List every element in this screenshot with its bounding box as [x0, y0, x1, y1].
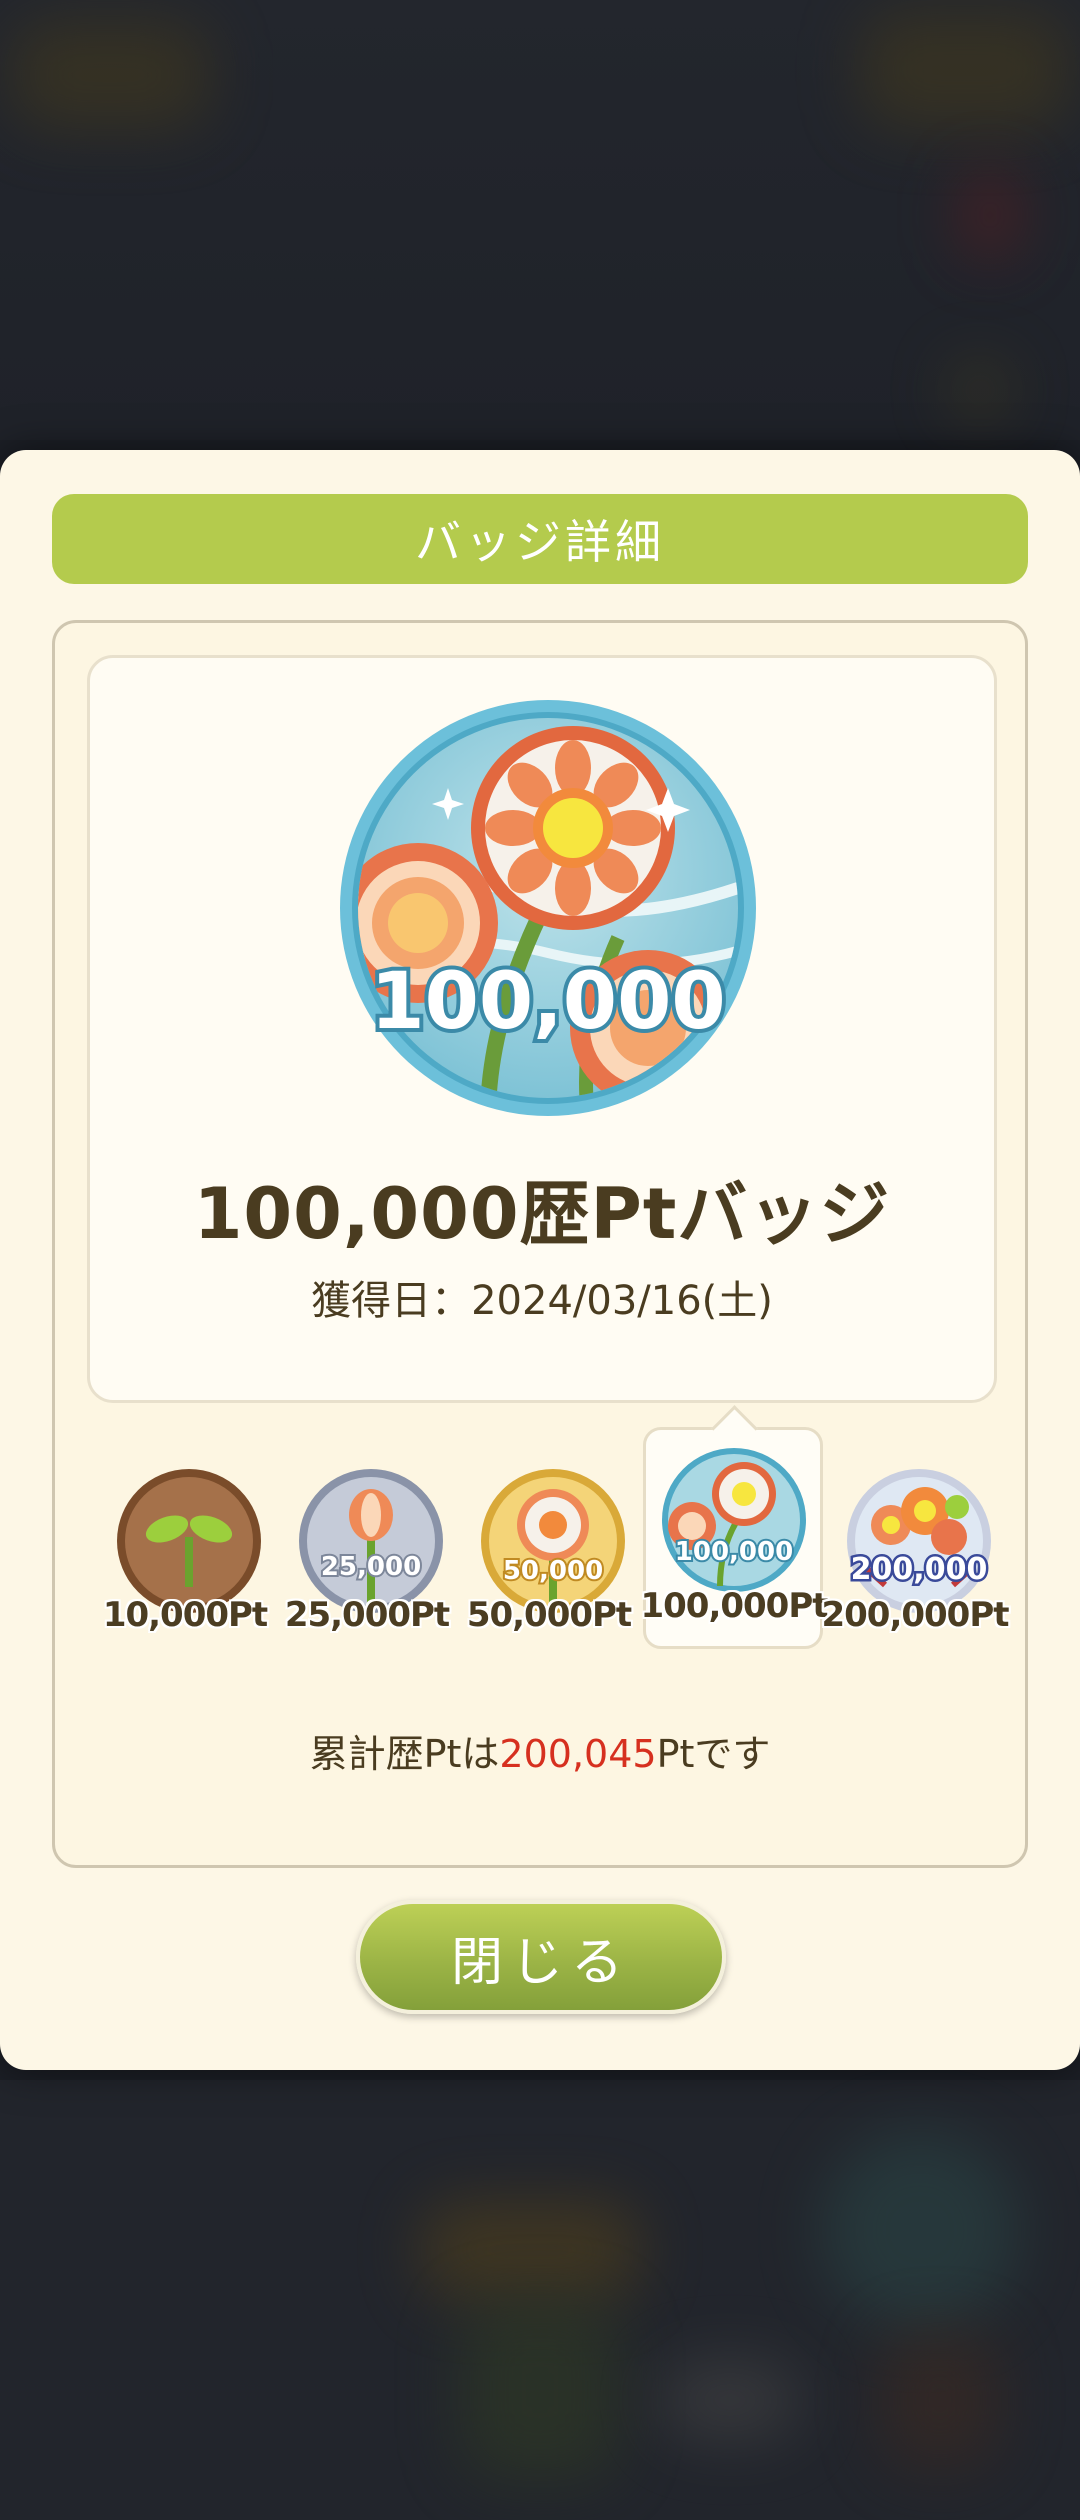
badge-item-10000[interactable]: 10,000Pt	[95, 1435, 275, 1665]
total-points-value: 200,045	[499, 1732, 657, 1776]
sprout-badge-icon	[117, 1469, 261, 1613]
badge-label: 200,000Pt	[821, 1595, 1009, 1635]
badge-panel: 100,000 100,000歴Ptバッジ 獲得日：2024/03/16(土) …	[52, 620, 1028, 1868]
background-blur	[420, 2200, 640, 2300]
background-blur	[10, 20, 210, 130]
close-button[interactable]: 閉じる	[356, 1900, 726, 2014]
total-suffix: Ptです	[656, 1732, 771, 1776]
acquired-label: 獲得日：	[311, 1278, 472, 1324]
background-blur	[820, 2130, 1020, 2330]
close-button-label: 閉じる	[450, 1932, 631, 1993]
flower-badge-icon: 50,000	[481, 1469, 625, 1613]
modal-title: バッジ詳細	[415, 515, 665, 569]
total-points-text: 累計歴Ptは200,045Ptです	[55, 1723, 1025, 1778]
badge-list: 10,000Pt 25,000 25,000Pt 50,000 50,000Pt…	[95, 1427, 1010, 1665]
flowers-badge-icon: 100,000	[340, 700, 756, 1116]
badge-number-text: 25,000	[321, 1552, 421, 1582]
badge-number-text: 50,000	[503, 1556, 603, 1586]
featured-badge-card: 100,000 100,000歴Ptバッジ 獲得日：2024/03/16(土)	[87, 655, 997, 1403]
badge-number-text: 200,000	[851, 1552, 988, 1587]
total-prefix: 累計歴Ptは	[309, 1732, 500, 1776]
badge-item-100000[interactable]: 100,000 100,000Pt	[640, 1427, 829, 1649]
modal-header: バッジ詳細	[52, 494, 1028, 584]
badge-item-25000[interactable]: 25,000 25,000Pt	[277, 1435, 457, 1665]
acquired-date: 2024/03/16(土)	[471, 1278, 773, 1324]
badge-item-200000[interactable]: 200,000 200,000Pt	[821, 1435, 1010, 1665]
background-blur	[960, 170, 1020, 260]
acquired-date-row: 獲得日：2024/03/16(土)	[90, 1268, 994, 1326]
badge-detail-modal: バッジ詳細 100,000 100,000歴Ptバッジ 獲得日：2024/03/…	[0, 450, 1080, 2070]
badge-name: 100,000歴Ptバッジ	[193, 1173, 891, 1255]
badge-item-50000[interactable]: 50,000 50,000Pt	[459, 1435, 639, 1665]
background-blur	[880, 2330, 1000, 2470]
background-blur	[950, 360, 1010, 420]
badge-number-text: 100,000	[675, 1537, 793, 1567]
badge-number-text: 100,000	[370, 957, 725, 1047]
bud-badge-icon: 25,000	[299, 1469, 443, 1613]
background-blur	[660, 2360, 800, 2440]
flowers-badge-icon: 100,000	[662, 1448, 806, 1592]
background-blur	[460, 2300, 620, 2480]
bouquet-badge-icon: 200,000	[847, 1469, 991, 1613]
background-blur	[860, 10, 1070, 130]
